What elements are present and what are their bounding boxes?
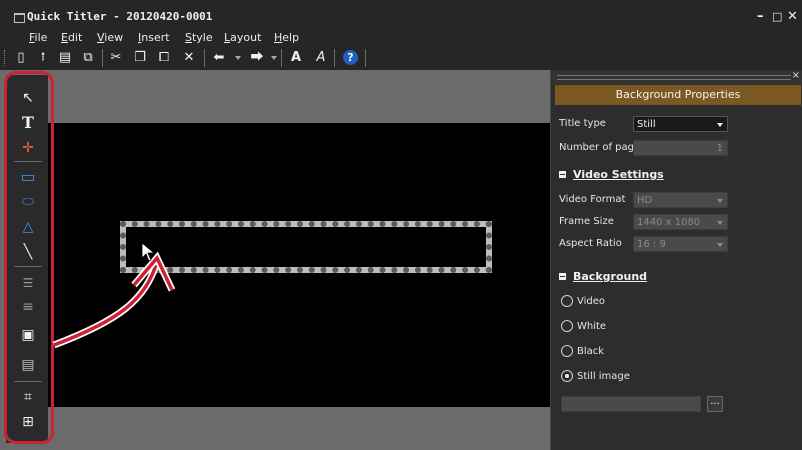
video-format-value: HD xyxy=(637,195,653,206)
collapse-icon xyxy=(559,273,566,280)
radio-video-circle[interactable] xyxy=(561,295,573,307)
image-path-input[interactable] xyxy=(561,396,701,412)
radio-black[interactable]: Black xyxy=(561,345,604,357)
chevron-down-icon xyxy=(717,243,723,247)
video-settings-label: Video Settings xyxy=(573,168,664,181)
browse-button[interactable]: ... xyxy=(707,396,723,412)
video-format-label: Video Format xyxy=(559,194,626,205)
chevron-down-icon xyxy=(717,123,723,127)
radio-still-image[interactable]: Still image xyxy=(561,370,630,382)
radio-black-circle[interactable] xyxy=(561,345,573,357)
aspect-ratio-value: 16 : 9 xyxy=(637,239,666,250)
frame-size-value: 1440 x 1080 xyxy=(637,217,701,228)
background-properties-panel: × Background Properties Title type Still… xyxy=(550,70,802,450)
panel-drag-strip[interactable]: × xyxy=(551,70,802,84)
radio-video[interactable]: Video xyxy=(561,295,605,307)
panel-grip-line xyxy=(557,75,791,80)
radio-black-label: Black xyxy=(577,346,605,357)
radio-still-image-label: Still image xyxy=(577,371,630,382)
radio-video-label: Video xyxy=(577,296,606,307)
panel-close-icon[interactable]: × xyxy=(792,70,800,81)
chevron-down-icon xyxy=(717,221,723,225)
radio-white-label: White xyxy=(577,321,607,332)
title-type-dropdown[interactable]: Still xyxy=(633,116,728,132)
title-type-label: Title type xyxy=(559,118,606,129)
radio-white-circle[interactable] xyxy=(561,320,573,332)
frame-size-label: Frame Size xyxy=(559,216,614,227)
video-format-dropdown: HD xyxy=(633,192,728,208)
chevron-down-icon xyxy=(717,199,723,203)
collapse-icon xyxy=(559,171,566,178)
video-settings-section[interactable]: Video Settings xyxy=(559,168,664,181)
frame-size-dropdown: 1440 x 1080 xyxy=(633,214,728,230)
background-section[interactable]: Background xyxy=(559,270,647,283)
panel-header: Background Properties xyxy=(555,85,801,105)
aspect-ratio-label: Aspect Ratio xyxy=(559,238,622,249)
pages-field: 1 xyxy=(633,140,728,156)
aspect-ratio-dropdown: 16 : 9 xyxy=(633,236,728,252)
radio-white[interactable]: White xyxy=(561,320,606,332)
title-type-value: Still xyxy=(637,119,656,130)
background-label: Background xyxy=(573,270,648,283)
radio-still-image-circle[interactable] xyxy=(561,370,573,382)
